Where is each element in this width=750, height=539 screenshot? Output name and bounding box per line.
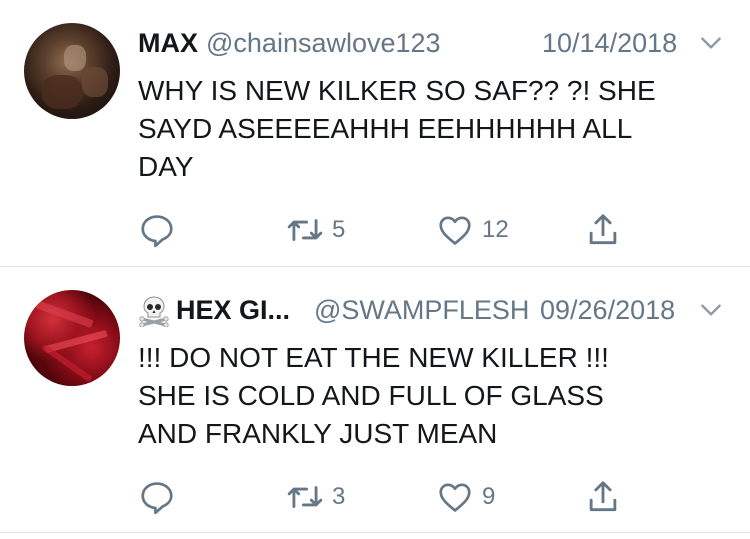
retweet-button[interactable]: 3	[286, 477, 345, 517]
user-avatar[interactable]	[24, 290, 120, 386]
heart-icon	[439, 216, 471, 245]
reply-icon	[141, 215, 173, 248]
like-button[interactable]: 9	[436, 477, 495, 517]
share-button[interactable]	[584, 210, 622, 250]
user-handle[interactable]: @SWAMPFLESH	[314, 293, 529, 327]
skull-crossbones-icon	[139, 296, 169, 327]
tweet-text: WHY IS NEW KILKER SO SAF?? ?! SHE SAYD A…	[138, 75, 656, 182]
tweet-text: !!! DO NOT EAT THE NEW KILLER !!! SHE IS…	[138, 342, 609, 449]
display-name[interactable]: HEX GI...	[176, 293, 290, 327]
tweet-header: MAX @chainsawlove123 10/14/2018	[138, 26, 726, 60]
tweet-date: 09/26/2018	[540, 295, 676, 325]
share-icon	[589, 214, 617, 245]
heart-icon	[439, 483, 471, 512]
chevron-down-icon[interactable]	[698, 297, 724, 323]
like-count: 12	[482, 216, 509, 243]
tweet-date: 10/14/2018	[542, 28, 678, 58]
chevron-down-icon[interactable]	[698, 30, 724, 56]
retweet-icon	[287, 219, 323, 241]
reply-icon	[141, 482, 173, 515]
user-avatar[interactable]	[24, 23, 120, 119]
reply-button[interactable]	[138, 210, 176, 250]
tweet[interactable]: HEX GI... @SWAMPFLESH 09/26/2018 !!! DO …	[0, 267, 750, 532]
tweet[interactable]: MAX @chainsawlove123 10/14/2018 WHY IS N…	[0, 0, 750, 266]
retweet-count: 5	[332, 216, 346, 243]
reply-button[interactable]	[138, 477, 176, 517]
like-button[interactable]: 12	[436, 210, 509, 250]
user-handle[interactable]: @chainsawlove123	[206, 26, 441, 60]
like-count: 9	[482, 483, 496, 510]
share-button[interactable]	[584, 477, 622, 517]
display-name[interactable]: MAX	[138, 26, 198, 60]
tweet-header: HEX GI... @SWAMPFLESH 09/26/2018	[138, 293, 726, 327]
retweet-count: 3	[332, 483, 346, 510]
retweet-icon	[287, 486, 323, 508]
share-icon	[589, 481, 617, 512]
divider	[0, 532, 750, 533]
tweet-actions: 3 9	[138, 477, 738, 517]
tweet-actions: 5 12	[138, 210, 738, 250]
retweet-button[interactable]: 5	[286, 210, 345, 250]
